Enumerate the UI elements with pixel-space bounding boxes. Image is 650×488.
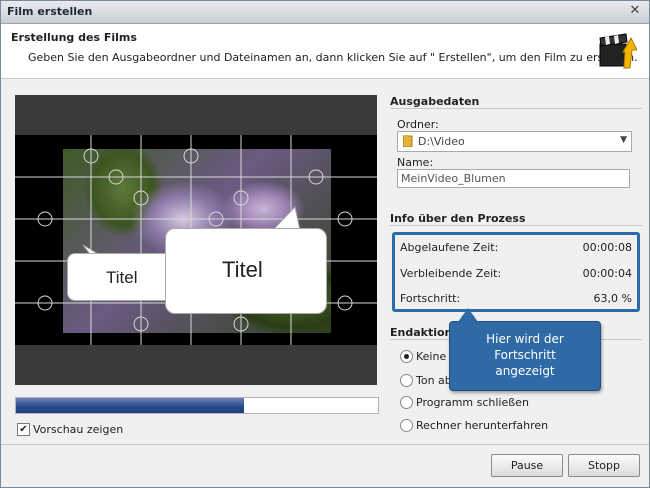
radio-icon[interactable] (400, 419, 413, 432)
process-section-divider (390, 225, 642, 226)
render-progress-fill (16, 398, 245, 413)
callout-pointer (458, 308, 478, 322)
callout-line-1: Hier wird der (486, 332, 564, 346)
folder-icon (403, 135, 413, 147)
title-bubble-large: Titel (165, 228, 327, 314)
end-action-label: Programm schließen (416, 396, 529, 409)
radio-icon[interactable] (400, 374, 413, 387)
output-section-divider (390, 108, 642, 109)
clapperboard-arrow-icon (599, 33, 637, 69)
callout-line-2: Fortschritt (494, 348, 556, 362)
dialog-window: Film erstellen ✕ Erstellung des Films Ge… (0, 0, 650, 488)
folder-label: Ordner: (397, 118, 439, 131)
page-title: Erstellung des Films (11, 31, 137, 44)
folder-select[interactable]: D:\Video ▼ (397, 131, 632, 152)
stop-button[interactable]: Stopp (568, 454, 640, 477)
callout-line-3: angezeigt (495, 364, 555, 378)
name-label: Name: (397, 156, 434, 169)
header-panel: Erstellung des Films Geben Sie den Ausga… (1, 24, 649, 79)
footer-divider (1, 444, 649, 445)
end-action-label: Rechner herunterfahren (416, 419, 549, 432)
output-section-title: Ausgabedaten (390, 95, 480, 108)
radio-icon[interactable] (400, 396, 413, 409)
title-bubble-large-text: Titel (222, 257, 263, 282)
process-info-highlight: Abgelaufene Zeit: 00:00:08 Verbleibende … (392, 232, 640, 312)
chevron-down-icon[interactable]: ▼ (620, 135, 627, 145)
progress-value: 63,0 % (593, 292, 632, 305)
title-bar[interactable]: Film erstellen ✕ (1, 1, 649, 24)
folder-value: D:\Video (418, 135, 465, 148)
progress-callout-tooltip: Hier wird der Fortschritt angezeigt (449, 308, 601, 391)
elapsed-label: Abgelaufene Zeit: (400, 241, 499, 254)
title-bubble-small-text: Titel (106, 268, 138, 287)
elapsed-value: 00:00:08 (582, 241, 632, 254)
file-name-input[interactable] (397, 169, 630, 188)
window-title: Film erstellen (7, 5, 93, 18)
remaining-label: Verbleibende Zeit: (400, 267, 502, 280)
remaining-value: 00:00:04 (582, 267, 632, 280)
pause-button[interactable]: Pause (491, 454, 563, 477)
page-subtitle: Geben Sie den Ausgabeordner und Dateinam… (28, 51, 638, 64)
preview-letterbox-bottom (15, 345, 377, 385)
process-section-title: Info über den Prozess (390, 212, 526, 225)
show-preview-label: Vorschau zeigen (33, 423, 124, 436)
video-preview: Titel Titel (15, 95, 377, 385)
render-progress-bar (15, 397, 379, 414)
progress-label: Fortschritt: (400, 292, 461, 305)
radio-selected-icon[interactable] (400, 350, 413, 363)
close-icon[interactable]: ✕ (627, 3, 643, 19)
checkbox-check-icon[interactable]: ✔ (17, 423, 30, 436)
